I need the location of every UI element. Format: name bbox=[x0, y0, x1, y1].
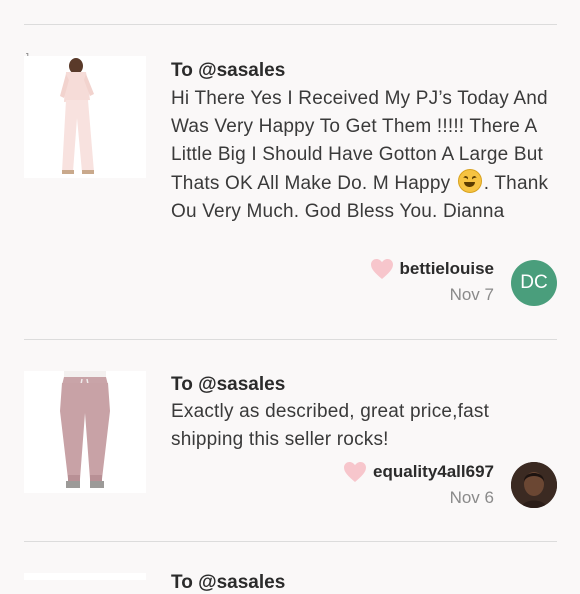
review-recipient: To @sasales bbox=[171, 374, 286, 395]
user-photo bbox=[511, 462, 557, 508]
review-recipient: To @sasales bbox=[171, 572, 286, 593]
reviewer-username[interactable]: bettielouise bbox=[400, 259, 494, 279]
review-recipient: To @sasales bbox=[171, 60, 286, 81]
review-message: Hi There Yes I Received My PJ’s Today An… bbox=[171, 85, 551, 226]
heart-icon[interactable] bbox=[370, 258, 394, 280]
avatar[interactable] bbox=[511, 462, 557, 508]
author-row: equality4all697 bbox=[343, 461, 494, 483]
avatar[interactable]: DC bbox=[511, 260, 557, 306]
reviewer-username[interactable]: equality4all697 bbox=[373, 462, 494, 482]
divider-top bbox=[24, 24, 557, 25]
heart-icon[interactable] bbox=[343, 461, 367, 483]
divider bbox=[24, 339, 557, 340]
listing-thumbnail-pajamas[interactable] bbox=[24, 56, 146, 178]
pajama-photo bbox=[24, 56, 146, 178]
avatar-initials: DC bbox=[520, 272, 548, 293]
review-date: Nov 6 bbox=[449, 488, 494, 507]
joggers-photo bbox=[24, 371, 146, 493]
grinning-squinting-face-icon bbox=[457, 169, 482, 193]
listing-thumbnail-joggers[interactable] bbox=[24, 371, 146, 493]
author-row: bettielouise bbox=[370, 258, 494, 280]
listing-thumbnail-next[interactable] bbox=[24, 573, 146, 580]
review-message: Exactly as described, great price,fast s… bbox=[171, 401, 490, 450]
review-date: Nov 7 bbox=[449, 285, 494, 304]
divider bbox=[24, 541, 557, 542]
